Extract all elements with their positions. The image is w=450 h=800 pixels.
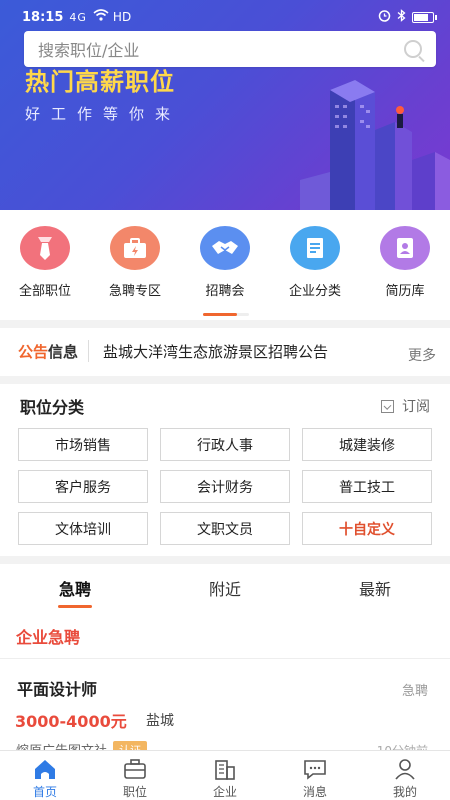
category-header: 职位分类 订阅: [0, 388, 450, 424]
notice-text[interactable]: 盐城大洋湾生态旅游景区招聘公告: [103, 341, 408, 362]
status-bar: 18:15 4G HD: [0, 0, 450, 34]
bottom-nav: 首页 职位 企业 消息 我的: [0, 750, 450, 800]
divider: [0, 658, 450, 659]
subscribe-icon: [381, 399, 394, 413]
notice-bar[interactable]: 公告信息 盐城大洋湾生态旅游景区招聘公告 更多: [0, 328, 450, 374]
quick-menu-label: 全部职位: [18, 284, 71, 299]
tab-nearby[interactable]: 附近: [150, 566, 300, 610]
network-label: HD: [112, 10, 132, 24]
hero-banner[interactable]: 18:15 4G HD 搜索职位/企业 热门高薪职位 好工作等你来: [0, 0, 450, 210]
home-icon: [32, 757, 58, 780]
resume-icon: [380, 226, 430, 270]
quick-menu-job-fair[interactable]: 招聘会: [180, 218, 270, 318]
nav-messages[interactable]: 消息: [270, 751, 360, 800]
user-icon: [392, 757, 418, 780]
quick-menu-label: 急聘专区: [108, 284, 161, 299]
job-salary: 3000-4000元: [15, 712, 127, 731]
subscribe-button[interactable]: 订阅: [381, 396, 430, 416]
quick-menu-urgent[interactable]: 急聘专区: [90, 218, 180, 318]
divider: [0, 320, 450, 328]
quick-menu-all-jobs[interactable]: 全部职位: [0, 218, 90, 318]
nav-jobs[interactable]: 职位: [90, 751, 180, 800]
urgent-section-title: 企业急聘: [16, 628, 81, 647]
search-icon[interactable]: [404, 40, 422, 58]
category-tag[interactable]: 普工技工: [302, 470, 432, 503]
category-tag[interactable]: 会计财务: [160, 470, 290, 503]
notice-logo: 公告信息: [18, 342, 79, 361]
hero-subtitle: 好工作等你来: [25, 105, 182, 123]
tab-urgent[interactable]: 急聘: [0, 566, 150, 610]
nav-label: 消息: [302, 785, 327, 799]
alarm-icon: [378, 9, 391, 26]
category-tag[interactable]: 文体培训: [18, 512, 148, 545]
hero-title: 热门高薪职位: [25, 68, 175, 96]
quick-menu-label: 招聘会: [205, 284, 245, 299]
quick-menu-label: 简历库: [385, 284, 425, 299]
nav-label: 首页: [32, 785, 57, 799]
building-icon: [212, 757, 238, 780]
job-title: 平面设计师: [17, 680, 98, 699]
category-tag[interactable]: 行政人事: [160, 428, 290, 461]
subscribe-label: 订阅: [402, 399, 430, 415]
notice-separator: [88, 340, 90, 362]
city-illustration: [300, 80, 450, 210]
search-placeholder: 搜索职位/企业: [38, 41, 140, 60]
job-card[interactable]: 平面设计师 急聘 3000-4000元 盐城 熔原广告图文社 认证 10分钟前: [0, 668, 450, 759]
tie-icon: [20, 226, 70, 270]
category-tag[interactable]: 市场销售: [18, 428, 148, 461]
category-tag[interactable]: 城建装修: [302, 428, 432, 461]
signal-icon: 4G: [69, 10, 87, 24]
nav-label: 我的: [392, 785, 417, 799]
job-urgent-badge: 急聘: [401, 684, 428, 699]
quick-menu-scroll-indicator: [203, 313, 249, 316]
briefcase-icon: [110, 226, 160, 270]
quick-menu-resume-library[interactable]: 简历库: [360, 218, 450, 318]
custom-category-button[interactable]: 十自定义: [302, 512, 432, 545]
nav-home[interactable]: 首页: [0, 751, 90, 800]
status-time: 18:15: [22, 9, 64, 25]
nav-profile[interactable]: 我的: [360, 751, 450, 800]
divider: [0, 376, 450, 384]
job-location: 盐城: [146, 713, 174, 729]
category-title: 职位分类: [20, 398, 85, 417]
briefcase-icon: [122, 757, 148, 780]
job-tabs: 急聘 附近 最新: [0, 566, 450, 610]
category-tag[interactable]: 客户服务: [18, 470, 148, 503]
quick-menu-label: 企业分类: [288, 284, 341, 299]
battery-icon: [412, 11, 437, 23]
divider: [0, 556, 450, 564]
category-tags: 市场销售 行政人事 城建装修 客户服务 会计财务 普工技工 文体培训 文职文员 …: [18, 428, 432, 545]
notice-more-link[interactable]: 更多: [408, 345, 436, 365]
category-tag[interactable]: 文职文员: [160, 512, 290, 545]
tab-latest[interactable]: 最新: [300, 566, 450, 610]
bluetooth-icon: [397, 8, 406, 26]
nav-label: 企业: [212, 785, 237, 799]
nav-company[interactable]: 企业: [180, 751, 270, 800]
nav-label: 职位: [122, 785, 147, 799]
quick-menu: 全部职位 急聘专区 招聘会 企业分类 简历库: [0, 218, 450, 318]
wifi-icon: [93, 9, 109, 25]
quick-menu-company-category[interactable]: 企业分类: [270, 218, 360, 318]
document-icon: [290, 226, 340, 270]
handshake-icon: [200, 226, 250, 270]
chat-icon: [302, 757, 328, 780]
